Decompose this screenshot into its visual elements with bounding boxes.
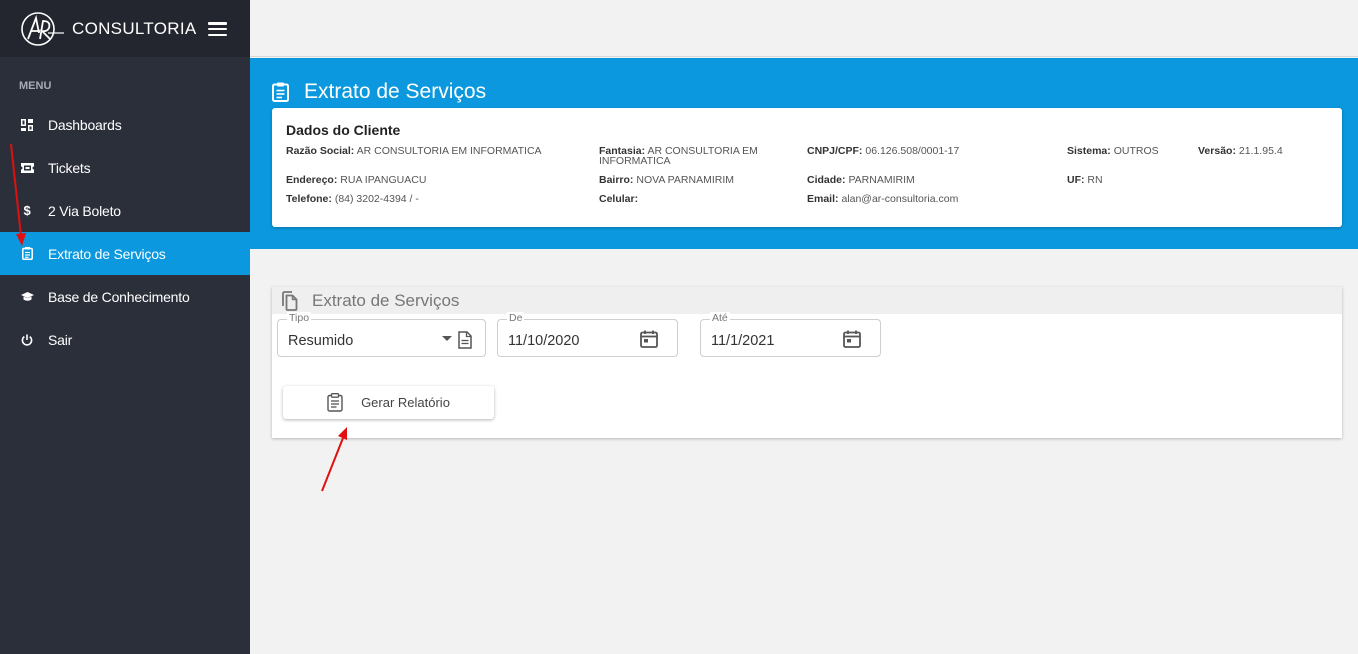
- field-label: Versão:: [1198, 145, 1236, 157]
- field-value-line2: INFORMATICA: [599, 155, 671, 167]
- uf-field: UF: RN: [1067, 174, 1103, 186]
- sidebar-item-label: Tickets: [48, 159, 91, 176]
- page-title-text: Extrato de Serviços: [304, 80, 487, 103]
- bairro-field: Bairro: NOVA PARNAMIRIM: [599, 174, 734, 186]
- field-value: PARNAMIRIM: [848, 174, 915, 186]
- brand: CONSULTORIA: [0, 0, 250, 57]
- clipboard-icon: [272, 82, 289, 102]
- field-label: Cidade:: [807, 174, 846, 186]
- sidebar-item-sair[interactable]: Sair: [0, 318, 250, 361]
- top-bar: [250, 0, 1358, 57]
- sidebar-item-label: Base de Conhecimento: [48, 288, 190, 305]
- field-label: Sistema:: [1067, 145, 1111, 157]
- field-label: CNPJ/CPF:: [807, 145, 863, 157]
- date-from-label: De: [507, 312, 525, 324]
- calendar-icon[interactable]: [640, 330, 658, 348]
- client-data-card: Dados do Cliente Razão Social: AR CONSUL…: [272, 108, 1342, 227]
- report-panel-header: Extrato de Serviços: [272, 287, 1342, 314]
- dashboard-icon: [20, 118, 34, 132]
- field-value: RUA IPANGUACU: [340, 174, 427, 186]
- sidebar-item-label: Sair: [48, 331, 73, 348]
- field-value: 06.126.508/0001-17: [865, 145, 960, 157]
- date-to-label: Até: [710, 312, 730, 324]
- sidebar-item-label: Extrato de Serviços: [48, 245, 166, 262]
- calendar-icon[interactable]: [843, 330, 861, 348]
- field-label: Endereço:: [286, 174, 338, 186]
- versao-field: Versão: 21.1.95.4: [1198, 145, 1283, 157]
- field-value: OUTROS: [1113, 145, 1159, 157]
- razao-social-field: Razão Social: AR CONSULTORIA EM INFORMAT…: [286, 145, 542, 157]
- field-label: Email:: [807, 193, 839, 205]
- cnpj-field: CNPJ/CPF: 06.126.508/0001-17: [807, 145, 960, 157]
- field-label: Celular:: [599, 193, 639, 205]
- sidebar-item-dashboards[interactable]: Dashboards: [0, 103, 250, 146]
- sidebar-item-extrato-de-servicos[interactable]: Extrato de Serviços: [0, 232, 250, 275]
- sidebar-item-label: Dashboards: [48, 116, 122, 133]
- field-label: UF:: [1067, 174, 1085, 186]
- endereco-field: Endereço: RUA IPANGUACU: [286, 174, 427, 186]
- cidade-field: Cidade: PARNAMIRIM: [807, 174, 915, 186]
- field-label: Razão Social:: [286, 145, 355, 157]
- ticket-icon: [20, 161, 34, 175]
- email-field: Email: alan@ar-consultoria.com: [807, 193, 959, 205]
- gerar-relatorio-label: Gerar Relatório: [361, 395, 450, 410]
- main-content: Extrato de Serviços Dados do Cliente Raz…: [250, 0, 1358, 654]
- client-data-title: Dados do Cliente: [286, 122, 401, 138]
- celular-field: Celular:: [599, 193, 639, 205]
- sistema-field: Sistema: OUTROS: [1067, 145, 1159, 157]
- gerar-relatorio-button[interactable]: Gerar Relatório: [283, 386, 494, 419]
- date-from-value: 11/10/2020: [508, 333, 580, 349]
- graduation-cap-icon: [20, 290, 34, 304]
- dollar-icon: $: [23, 203, 31, 218]
- field-value: NOVA PARNAMIRIM: [636, 174, 734, 186]
- document-icon[interactable]: [458, 331, 472, 349]
- copy-icon: [282, 290, 298, 311]
- date-from-field[interactable]: De 11/10/2020: [497, 312, 678, 357]
- chevron-down-icon[interactable]: [442, 336, 452, 342]
- hamburger-menu-icon[interactable]: [208, 22, 227, 37]
- menu-header: MENU: [19, 80, 52, 92]
- field-label: Bairro:: [599, 174, 634, 186]
- field-value: 21.1.95.4: [1238, 145, 1283, 157]
- sidebar-item-base-de-conhecimento[interactable]: Base de Conhecimento: [0, 275, 250, 318]
- brand-logo: [21, 11, 64, 46]
- clipboard-icon: [327, 393, 343, 412]
- sidebar: CONSULTORIA MENU Dashboards Tickets $ 2 …: [0, 0, 250, 654]
- page-title: Extrato de Serviços: [272, 80, 486, 104]
- field-value: AR CONSULTORIA EM INFORMATICA: [356, 145, 542, 157]
- date-to-field[interactable]: Até 11/1/2021: [700, 312, 881, 357]
- clipboard-icon: [20, 247, 34, 261]
- telefone-field: Telefone: (84) 3202-4394 / -: [286, 193, 419, 205]
- date-to-value: 11/1/2021: [711, 333, 775, 349]
- brand-name: CONSULTORIA: [72, 18, 197, 38]
- tipo-label: Tipo: [287, 312, 312, 324]
- report-panel: Extrato de Serviços Tipo Resumido De 11/…: [272, 287, 1342, 438]
- sidebar-item-tickets[interactable]: Tickets: [0, 146, 250, 189]
- sidebar-item-label: 2 Via Boleto: [48, 202, 121, 219]
- page-banner: Extrato de Serviços Dados do Cliente Raz…: [250, 58, 1358, 249]
- fantasia-field: Fantasia: AR CONSULTORIA EM INFORMATICA: [599, 146, 758, 167]
- report-panel-title: Extrato de Serviços: [312, 290, 460, 310]
- field-value: (84) 3202-4394 / -: [334, 193, 419, 205]
- field-label: Telefone:: [286, 193, 332, 205]
- tipo-select[interactable]: Tipo Resumido: [277, 312, 486, 357]
- sidebar-item-2-via-boleto[interactable]: $ 2 Via Boleto: [0, 189, 250, 232]
- field-value: RN: [1087, 174, 1103, 186]
- tipo-value: Resumido: [288, 333, 354, 349]
- power-icon: [20, 333, 34, 347]
- field-value: alan@ar-consultoria.com: [841, 193, 959, 205]
